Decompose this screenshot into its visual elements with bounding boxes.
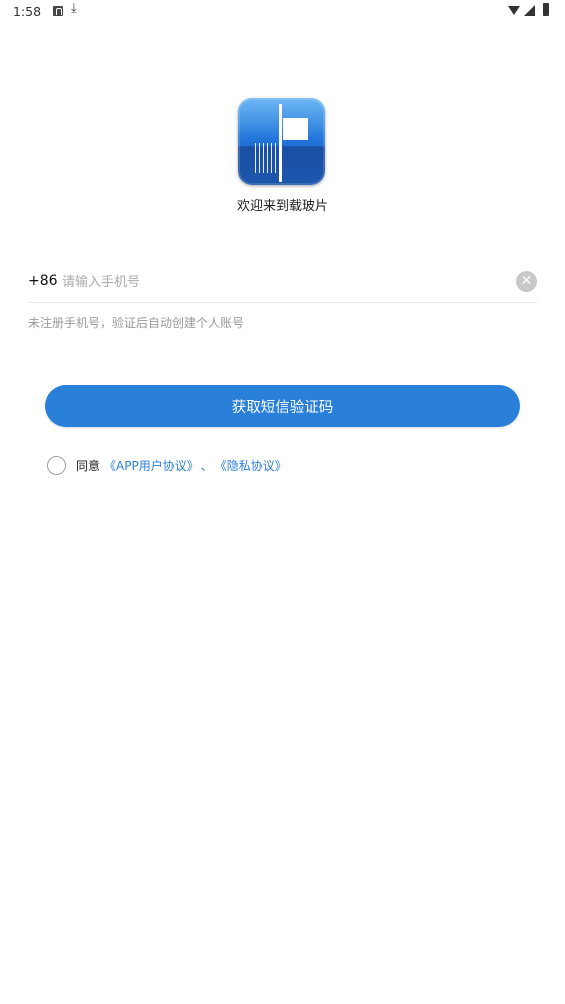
agreement-row: 同意 《APP用户协议》 、 《隐私协议》 (47, 455, 287, 475)
phone-input[interactable] (62, 269, 502, 295)
wifi-icon (508, 6, 520, 15)
logo-lines (255, 143, 277, 173)
agreement-checkbox[interactable] (47, 455, 66, 475)
clear-input-icon[interactable]: ✕ (516, 271, 537, 292)
download-icon: ⤓ (71, 1, 77, 16)
user-agreement-link[interactable]: 《APP用户协议》 (104, 457, 199, 474)
agreement-prefix: 同意 (76, 458, 101, 473)
logo-flag-pole (279, 104, 282, 182)
country-code[interactable]: +86 (28, 273, 58, 289)
login-screen: 1:58 ⤓ 欢迎来到载玻片 +86 ✕ 未注册手机号，验证后自动创建个人账号 … (0, 0, 565, 1004)
welcome-text: 欢迎来到载玻片 (236, 199, 328, 214)
logo-flag (283, 118, 308, 140)
signal-icon (524, 5, 535, 16)
register-hint: 未注册手机号，验证后自动创建个人账号 (28, 316, 245, 330)
phone-input-row: +86 ✕ (28, 265, 537, 303)
app-logo (238, 98, 325, 185)
status-bar: 1:58 ⤓ (0, 0, 565, 26)
agreement-separator: 、 (200, 458, 213, 473)
notification-a-icon (53, 6, 63, 16)
get-sms-code-button[interactable]: 获取短信验证码 (45, 385, 520, 427)
status-time: 1:58 (13, 4, 42, 19)
battery-icon (543, 3, 549, 16)
privacy-policy-link[interactable]: 《隐私协议》 (215, 457, 287, 474)
